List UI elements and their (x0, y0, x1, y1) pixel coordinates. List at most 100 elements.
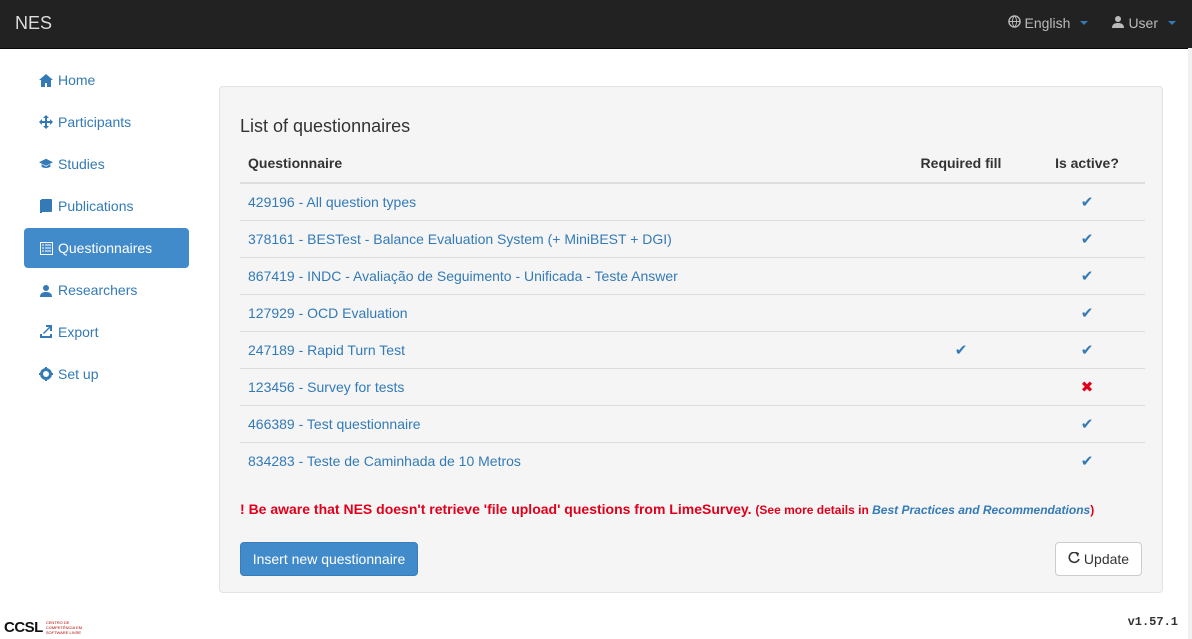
sidebar-item-label: Set up (58, 366, 99, 382)
warning-details: (See more details in Best Practices and … (755, 503, 1094, 517)
required-fill-cell (893, 405, 1029, 443)
required-fill-cell (893, 257, 1029, 295)
sidebar-item-publications[interactable]: Publications (24, 186, 189, 226)
table-row: 123456 - Survey for tests ✖ (240, 368, 1145, 406)
warning-details-prefix: (See more details in (755, 503, 869, 517)
required-fill-cell (893, 220, 1029, 258)
questionnaire-link[interactable]: 123456 - Survey for tests (248, 379, 404, 395)
active-cell: ✔ (1029, 257, 1145, 295)
questionnaire-link[interactable]: 429196 - All question types (248, 194, 416, 210)
chevron-down-icon (1168, 21, 1176, 25)
sidebar-item-participants[interactable]: Participants (24, 102, 189, 142)
check-icon: ✔ (1080, 453, 1094, 470)
required-fill-cell (893, 183, 1029, 221)
sidebar-item-studies[interactable]: Studies (24, 144, 189, 184)
sidebar-item-home[interactable]: Home (24, 60, 189, 100)
questionnaires-table: Questionnaire Required fill Is active? 4… (240, 144, 1145, 479)
column-header-is-active: Is active? (1029, 144, 1145, 184)
update-label: Update (1083, 551, 1130, 567)
insert-questionnaire-button[interactable]: Insert new questionnaire (240, 542, 418, 576)
required-fill-cell (893, 368, 1029, 406)
active-cell: ✔ (1029, 220, 1145, 258)
table-row: 834283 - Teste de Caminhada de 10 Metros… (240, 442, 1145, 479)
export-icon (39, 325, 53, 339)
language-dropdown[interactable]: English (1007, 15, 1089, 31)
table-row: 378161 - BESTest - Balance Evaluation Sy… (240, 220, 1145, 258)
active-cell: ✔ (1029, 331, 1145, 369)
check-icon: ✔ (1080, 342, 1094, 359)
sidebar: Home Participants Studies Publications Q… (24, 60, 189, 396)
sidebar-item-setup[interactable]: Set up (24, 354, 189, 394)
navbar-right: English User (1007, 15, 1176, 31)
active-cell: ✔ (1029, 183, 1145, 221)
required-fill-cell (893, 442, 1029, 479)
ccsl-logo-subtitle: CENTRO DE COMPETÊNCIA EM SOFTWARE LIVRE (45, 620, 83, 635)
move-icon (39, 115, 53, 129)
check-icon: ✔ (1080, 268, 1094, 285)
required-fill-cell: ✔ (893, 331, 1029, 369)
questionnaire-link[interactable]: 867419 - INDC - Avaliação de Seguimento … (248, 268, 678, 284)
warning-text: Be aware that NES doesn't retrieve 'file… (248, 501, 752, 517)
questionnaire-link[interactable]: 378161 - BESTest - Balance Evaluation Sy… (248, 231, 672, 247)
check-icon: ✔ (1080, 231, 1094, 248)
user-label: User (1128, 15, 1158, 31)
check-icon: ✔ (1080, 305, 1094, 322)
file-upload-warning: ! Be aware that NES doesn't retrieve 'fi… (240, 501, 1094, 517)
active-cell: ✔ (1029, 405, 1145, 443)
table-row: 127929 - OCD Evaluation ✔ (240, 294, 1145, 332)
ccsl-logo-text: CCSL (4, 619, 43, 636)
column-header-required-fill: Required fill (893, 144, 1029, 184)
top-navbar: NES English User (0, 0, 1192, 49)
active-cell: ✔ (1029, 442, 1145, 479)
version-label: v1.57.1 (1127, 615, 1178, 629)
questionnaire-link[interactable]: 127929 - OCD Evaluation (248, 305, 408, 321)
questionnaires-panel: List of questionnaires Questionnaire Req… (219, 86, 1163, 593)
warning-mark: ! (240, 501, 245, 517)
active-cell: ✔ (1029, 294, 1145, 332)
column-header-questionnaire: Questionnaire (240, 144, 893, 184)
cog-icon (39, 367, 53, 381)
ccsl-logo: CCSL CENTRO DE COMPETÊNCIA EM SOFTWARE L… (4, 619, 86, 636)
update-button[interactable]: Update (1055, 542, 1142, 576)
check-icon: ✔ (1080, 416, 1094, 433)
sidebar-item-label: Participants (58, 114, 132, 130)
check-icon: ✔ (954, 342, 968, 359)
sidebar-item-questionnaires[interactable]: Questionnaires (24, 228, 189, 268)
questionnaire-link[interactable]: 247189 - Rapid Turn Test (248, 342, 405, 358)
best-practices-link[interactable]: Best Practices and Recommendations (872, 503, 1090, 517)
sidebar-item-label: Home (58, 72, 96, 88)
close-icon: ✖ (1080, 379, 1094, 396)
education-icon (39, 157, 53, 171)
page-scrollbar[interactable] (1188, 48, 1192, 639)
sidebar-item-label: Publications (58, 198, 134, 214)
refresh-icon (1068, 551, 1080, 567)
required-fill-cell (893, 294, 1029, 332)
sidebar-item-label: Studies (58, 156, 105, 172)
user-icon (1112, 15, 1125, 31)
language-label: English (1024, 15, 1071, 31)
user-dropdown[interactable]: User (1112, 15, 1176, 31)
active-cell: ✖ (1029, 368, 1145, 406)
questionnaire-link[interactable]: 834283 - Teste de Caminhada de 10 Metros (248, 453, 521, 469)
list-alt-icon (39, 241, 53, 255)
sidebar-item-researchers[interactable]: Researchers (24, 270, 189, 310)
user-icon (39, 283, 53, 297)
page-title: List of questionnaires (240, 116, 411, 136)
sidebar-item-label: Questionnaires (58, 240, 153, 256)
sidebar-item-label: Export (58, 324, 99, 340)
book-icon (39, 199, 53, 213)
questionnaire-link[interactable]: 466389 - Test questionnaire (248, 416, 421, 432)
home-icon (39, 73, 53, 87)
table-row: 429196 - All question types ✔ (240, 183, 1145, 221)
table-header-row: Questionnaire Required fill Is active? (240, 144, 1145, 184)
sidebar-item-label: Researchers (58, 282, 138, 298)
globe-icon (1007, 15, 1021, 31)
brand-logo[interactable]: NES (15, 13, 52, 34)
warning-details-suffix: ) (1090, 503, 1095, 517)
table-row: 247189 - Rapid Turn Test ✔ ✔ (240, 331, 1145, 369)
table-row: 466389 - Test questionnaire ✔ (240, 405, 1145, 443)
chevron-down-icon (1080, 21, 1089, 25)
table-row: 867419 - INDC - Avaliação de Seguimento … (240, 257, 1145, 295)
check-icon: ✔ (1080, 194, 1094, 211)
sidebar-item-export[interactable]: Export (24, 312, 189, 352)
